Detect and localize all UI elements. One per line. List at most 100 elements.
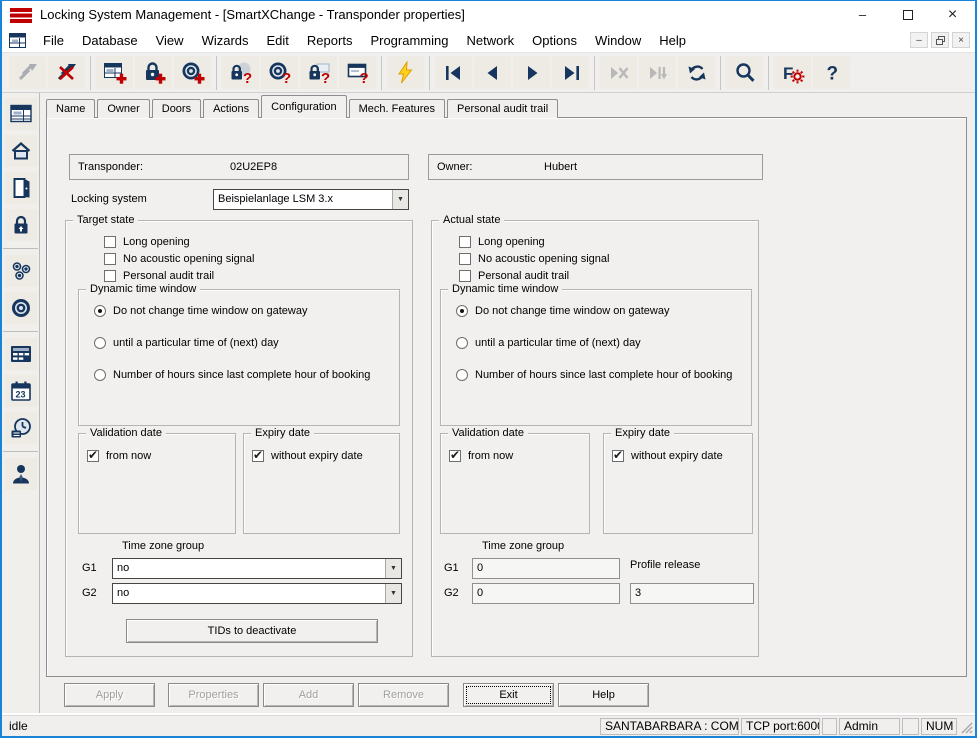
target-g1-select[interactable]: no ▼: [112, 558, 402, 579]
tab-configuration[interactable]: Configuration: [261, 95, 346, 118]
resize-grip[interactable]: [959, 720, 975, 736]
dynamic-time-window-title: Dynamic time window: [448, 283, 562, 295]
maximize-button[interactable]: [885, 1, 930, 28]
actual-radio-no-change[interactable]: Do not change time window on gateway: [456, 305, 669, 317]
actual-g2-label: G2: [444, 587, 459, 599]
menu-options[interactable]: Options: [523, 30, 586, 51]
menu-window[interactable]: Window: [586, 30, 650, 51]
minimize-button[interactable]: –: [840, 1, 885, 28]
sidebar-lock-icon[interactable]: [5, 209, 37, 241]
target-from-now-checkbox[interactable]: from now: [87, 450, 151, 462]
apply-button[interactable]: Apply: [64, 683, 155, 707]
sidebar-person-icon[interactable]: [5, 458, 37, 490]
menu-wizards[interactable]: Wizards: [193, 30, 258, 51]
properties-button[interactable]: Properties: [168, 683, 259, 707]
mdi-restore-button[interactable]: [931, 32, 949, 48]
actual-personal-audit-checkbox[interactable]: Personal audit trail: [459, 270, 569, 282]
radio-circle: [94, 305, 106, 317]
read-transponder-icon[interactable]: ?: [261, 56, 298, 89]
target-validation-date-group: Validation date from now: [78, 433, 236, 534]
tids-to-deactivate-button[interactable]: TIDs to deactivate: [126, 619, 378, 643]
read-g1-lock-icon[interactable]: ?: [300, 56, 337, 89]
tab-personal-audit-trail[interactable]: Personal audit trail: [447, 99, 558, 118]
first-record-icon[interactable]: [435, 56, 472, 89]
target-radio-no-change[interactable]: Do not change time window on gateway: [94, 305, 307, 317]
menu-programming[interactable]: Programming: [361, 30, 457, 51]
status-num-lock: NUM: [921, 718, 957, 735]
checkbox-label: without expiry date: [631, 450, 723, 462]
exit-button[interactable]: Exit: [463, 683, 554, 707]
target-personal-audit-checkbox[interactable]: Personal audit trail: [104, 270, 214, 282]
cancel-icon[interactable]: [600, 56, 637, 89]
target-without-expiry-checkbox[interactable]: without expiry date: [252, 450, 363, 462]
tab-mech-features[interactable]: Mech. Features: [349, 99, 445, 118]
disconnect-icon[interactable]: [48, 56, 85, 89]
tab-actions[interactable]: Actions: [203, 99, 259, 118]
previous-record-icon[interactable]: [474, 56, 511, 89]
actual-no-acoustic-checkbox[interactable]: No acoustic opening signal: [459, 253, 609, 265]
sidebar-time-management-icon[interactable]: [5, 412, 37, 444]
read-lock-icon[interactable]: ?: [222, 56, 259, 89]
svg-text:F: F: [783, 64, 793, 83]
new-lock-icon[interactable]: [135, 56, 172, 89]
close-button[interactable]: ×: [930, 1, 975, 28]
mdi-minimize-button[interactable]: –: [910, 32, 928, 48]
read-card-icon[interactable]: ?: [339, 56, 376, 89]
target-radio-until-time[interactable]: until a particular time of (next) day: [94, 337, 279, 349]
next-record-icon[interactable]: [513, 56, 550, 89]
tab-owner[interactable]: Owner: [97, 99, 149, 118]
menu-database[interactable]: Database: [73, 30, 147, 51]
checkbox-label: No acoustic opening signal: [478, 253, 609, 265]
menu-bar: File Database View Wizards Edit Reports …: [2, 28, 975, 53]
menu-reports[interactable]: Reports: [298, 30, 362, 51]
target-g2-value: no: [113, 584, 385, 603]
tab-name[interactable]: Name: [46, 99, 95, 118]
menu-file[interactable]: File: [34, 30, 73, 51]
target-long-opening-checkbox[interactable]: Long opening: [104, 236, 190, 248]
target-g2-select[interactable]: no ▼: [112, 583, 402, 604]
new-locking-system-icon[interactable]: [96, 56, 133, 89]
menu-view[interactable]: View: [147, 30, 193, 51]
sidebar-calendar-icon[interactable]: 23: [5, 375, 37, 407]
last-record-icon[interactable]: [552, 56, 589, 89]
owner-box: Owner: Hubert: [428, 154, 763, 180]
help-icon[interactable]: ?: [813, 56, 850, 89]
chevron-down-icon[interactable]: ▼: [385, 584, 401, 603]
svg-text:?: ?: [321, 70, 330, 85]
menu-edit[interactable]: Edit: [258, 30, 298, 51]
actual-radio-until-time[interactable]: until a particular time of (next) day: [456, 337, 641, 349]
help-button[interactable]: Help: [558, 683, 649, 707]
actual-long-opening-checkbox[interactable]: Long opening: [459, 236, 545, 248]
sidebar-building-icon[interactable]: [5, 135, 37, 167]
sidebar-time-zone-plan-icon[interactable]: [5, 338, 37, 370]
filter-settings-icon[interactable]: F: [774, 56, 811, 89]
target-no-acoustic-checkbox[interactable]: No acoustic opening signal: [104, 253, 254, 265]
connect-icon[interactable]: [9, 56, 46, 89]
sidebar-door-icon[interactable]: [5, 172, 37, 204]
checkbox-label: without expiry date: [271, 450, 363, 462]
target-radio-hours-since[interactable]: Number of hours since last complete hour…: [94, 369, 370, 381]
chevron-down-icon[interactable]: ▼: [385, 559, 401, 578]
add-button[interactable]: Add: [263, 683, 354, 707]
sidebar-locking-plan-icon[interactable]: [5, 98, 37, 130]
search-icon[interactable]: [726, 56, 763, 89]
programming-icon[interactable]: [387, 56, 424, 89]
actual-radio-hours-since[interactable]: Number of hours since last complete hour…: [456, 369, 732, 381]
locking-system-select[interactable]: Beispielanlage LSM 3.x ▼: [213, 189, 409, 210]
mdi-close-button[interactable]: ×: [952, 32, 970, 48]
radio-circle: [94, 337, 106, 349]
tab-doors[interactable]: Doors: [152, 99, 201, 118]
menu-help[interactable]: Help: [650, 30, 695, 51]
refresh-icon[interactable]: [678, 56, 715, 89]
checkbox-label: Long opening: [478, 236, 545, 248]
sidebar-transponder-icon[interactable]: [5, 292, 37, 324]
locking-system-label: Locking system: [71, 193, 147, 205]
remove-button[interactable]: Remove: [358, 683, 449, 707]
actual-without-expiry-checkbox[interactable]: without expiry date: [612, 450, 723, 462]
sidebar-transponder-groups-icon[interactable]: [5, 255, 37, 287]
new-transponder-icon[interactable]: [174, 56, 211, 89]
to-end-icon[interactable]: [639, 56, 676, 89]
actual-from-now-checkbox[interactable]: from now: [449, 450, 513, 462]
chevron-down-icon[interactable]: ▼: [392, 190, 408, 209]
menu-network[interactable]: Network: [457, 30, 523, 51]
